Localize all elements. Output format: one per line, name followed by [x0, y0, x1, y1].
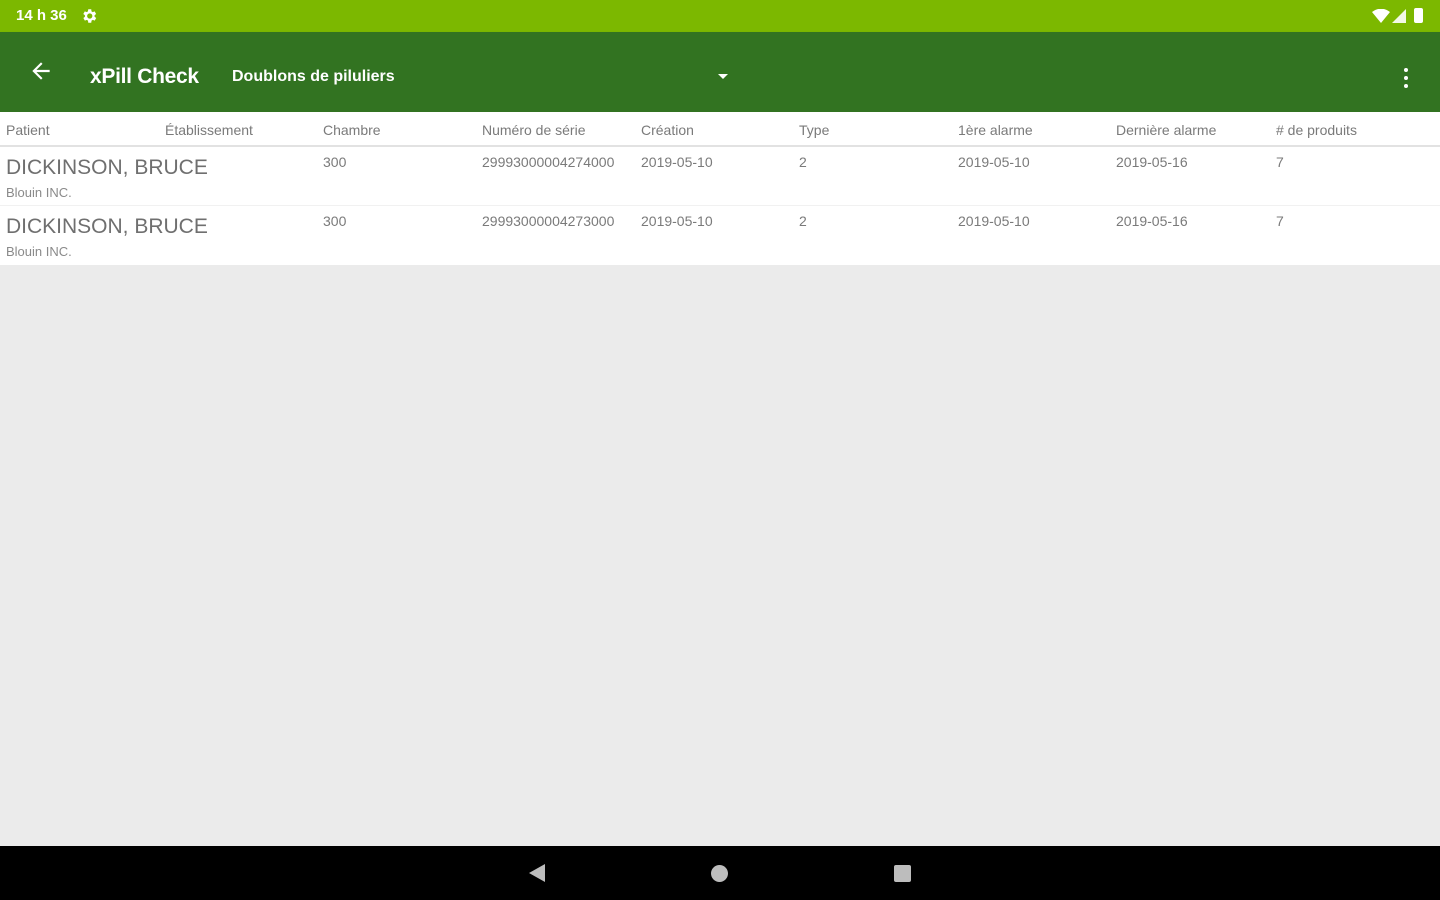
battery-icon — [1414, 8, 1423, 23]
room-cell: 300 — [323, 213, 347, 229]
table-header: Patient Établissement Chambre Numéro de … — [0, 112, 1440, 147]
column-header-patient[interactable]: Patient — [6, 122, 50, 138]
column-header-last-alarm[interactable]: Dernière alarme — [1116, 122, 1216, 138]
products-cell: 7 — [1276, 154, 1284, 170]
serial-cell: 29993000004273000 — [482, 213, 615, 229]
created-cell: 2019-05-10 — [641, 213, 713, 229]
column-header-serial[interactable]: Numéro de série — [482, 122, 586, 138]
app-bar: xPill Check Doublons de piluliers — [0, 32, 1440, 112]
patient-name: DICKINSON, BRUCE — [6, 215, 208, 238]
column-header-room[interactable]: Chambre — [323, 122, 381, 138]
patient-name: DICKINSON, BRUCE — [6, 156, 208, 179]
column-header-facility[interactable]: Établissement — [165, 122, 253, 138]
type-cell: 2 — [799, 213, 807, 229]
nav-home-icon[interactable] — [711, 865, 728, 882]
serial-cell: 29993000004274000 — [482, 154, 615, 170]
last-alarm-cell: 2019-05-16 — [1116, 213, 1188, 229]
status-bar: 14 h 36 — [0, 0, 1440, 32]
room-cell: 300 — [323, 154, 347, 170]
wifi-icon — [1372, 9, 1390, 23]
spinner-selected-value: Doublons de piluliers — [232, 68, 395, 85]
first-alarm-cell: 2019-05-10 — [958, 213, 1030, 229]
table-row[interactable]: DICKINSON, BRUCE Blouin INC. 300 2999300… — [0, 206, 1440, 265]
column-header-first-alarm[interactable]: 1ère alarme — [958, 122, 1033, 138]
facility-name: Blouin INC. — [6, 244, 72, 259]
dropdown-caret-icon — [718, 74, 728, 79]
nav-recents-icon[interactable] — [894, 865, 911, 882]
table-body: DICKINSON, BRUCE Blouin INC. 300 2999300… — [0, 147, 1440, 265]
navigation-bar — [0, 846, 1440, 900]
last-alarm-cell: 2019-05-16 — [1116, 154, 1188, 170]
type-cell: 2 — [799, 154, 807, 170]
signal-icon — [1392, 9, 1406, 23]
status-time: 14 h 36 — [16, 7, 67, 24]
settings-icon — [83, 9, 97, 23]
report-type-spinner[interactable]: Doublons de piluliers — [232, 66, 732, 88]
facility-name: Blouin INC. — [6, 185, 72, 200]
nav-back-icon[interactable] — [529, 864, 545, 882]
column-header-products[interactable]: # de produits — [1276, 122, 1357, 138]
created-cell: 2019-05-10 — [641, 154, 713, 170]
first-alarm-cell: 2019-05-10 — [958, 154, 1030, 170]
table-row[interactable]: DICKINSON, BRUCE Blouin INC. 300 2999300… — [0, 147, 1440, 206]
back-arrow-icon[interactable] — [28, 58, 54, 84]
column-header-created[interactable]: Création — [641, 122, 694, 138]
app-title: xPill Check — [90, 65, 199, 88]
products-cell: 7 — [1276, 213, 1284, 229]
column-header-type[interactable]: Type — [799, 122, 829, 138]
overflow-menu-icon[interactable] — [1396, 66, 1416, 90]
